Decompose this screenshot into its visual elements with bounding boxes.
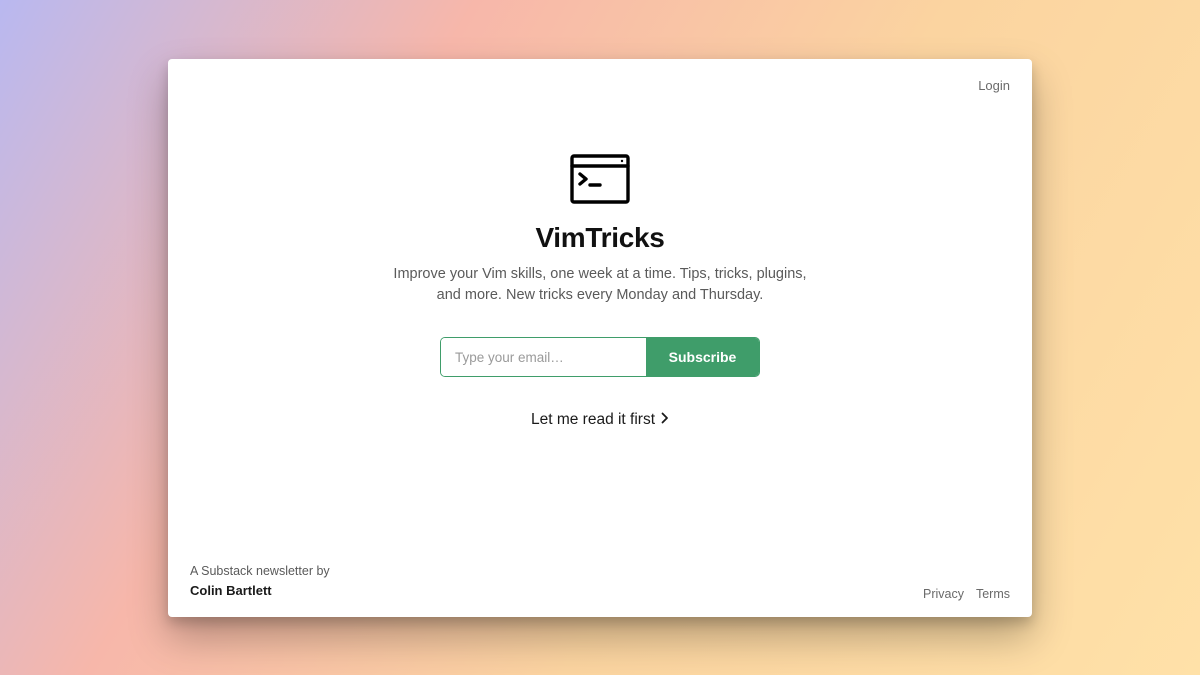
terminal-window-icon (570, 154, 630, 204)
read-first-link[interactable]: Let me read it first (531, 411, 669, 429)
page-subtitle: Improve your Vim skills, one week at a t… (390, 264, 810, 308)
byline-author[interactable]: Colin Bartlett (190, 581, 330, 601)
email-input[interactable] (441, 338, 646, 376)
subscribe-form: Subscribe (440, 337, 760, 377)
chevron-right-icon (661, 411, 669, 429)
newsletter-card: Login VimTricks Improve your Vim skills,… (168, 59, 1032, 617)
topbar: Login (978, 77, 1010, 95)
read-first-label: Let me read it first (531, 411, 655, 429)
footer: A Substack newsletter by Colin Bartlett … (168, 548, 1032, 616)
privacy-link[interactable]: Privacy (923, 587, 964, 601)
login-link[interactable]: Login (978, 78, 1010, 93)
byline-prefix: A Substack newsletter by (190, 562, 330, 581)
terms-link[interactable]: Terms (976, 587, 1010, 601)
hero-content: VimTricks Improve your Vim skills, one w… (168, 59, 1032, 549)
footer-links: Privacy Terms (923, 587, 1010, 601)
page-title: VimTricks (535, 222, 664, 254)
subscribe-button[interactable]: Subscribe (646, 338, 759, 376)
footer-byline: A Substack newsletter by Colin Bartlett (190, 562, 330, 600)
